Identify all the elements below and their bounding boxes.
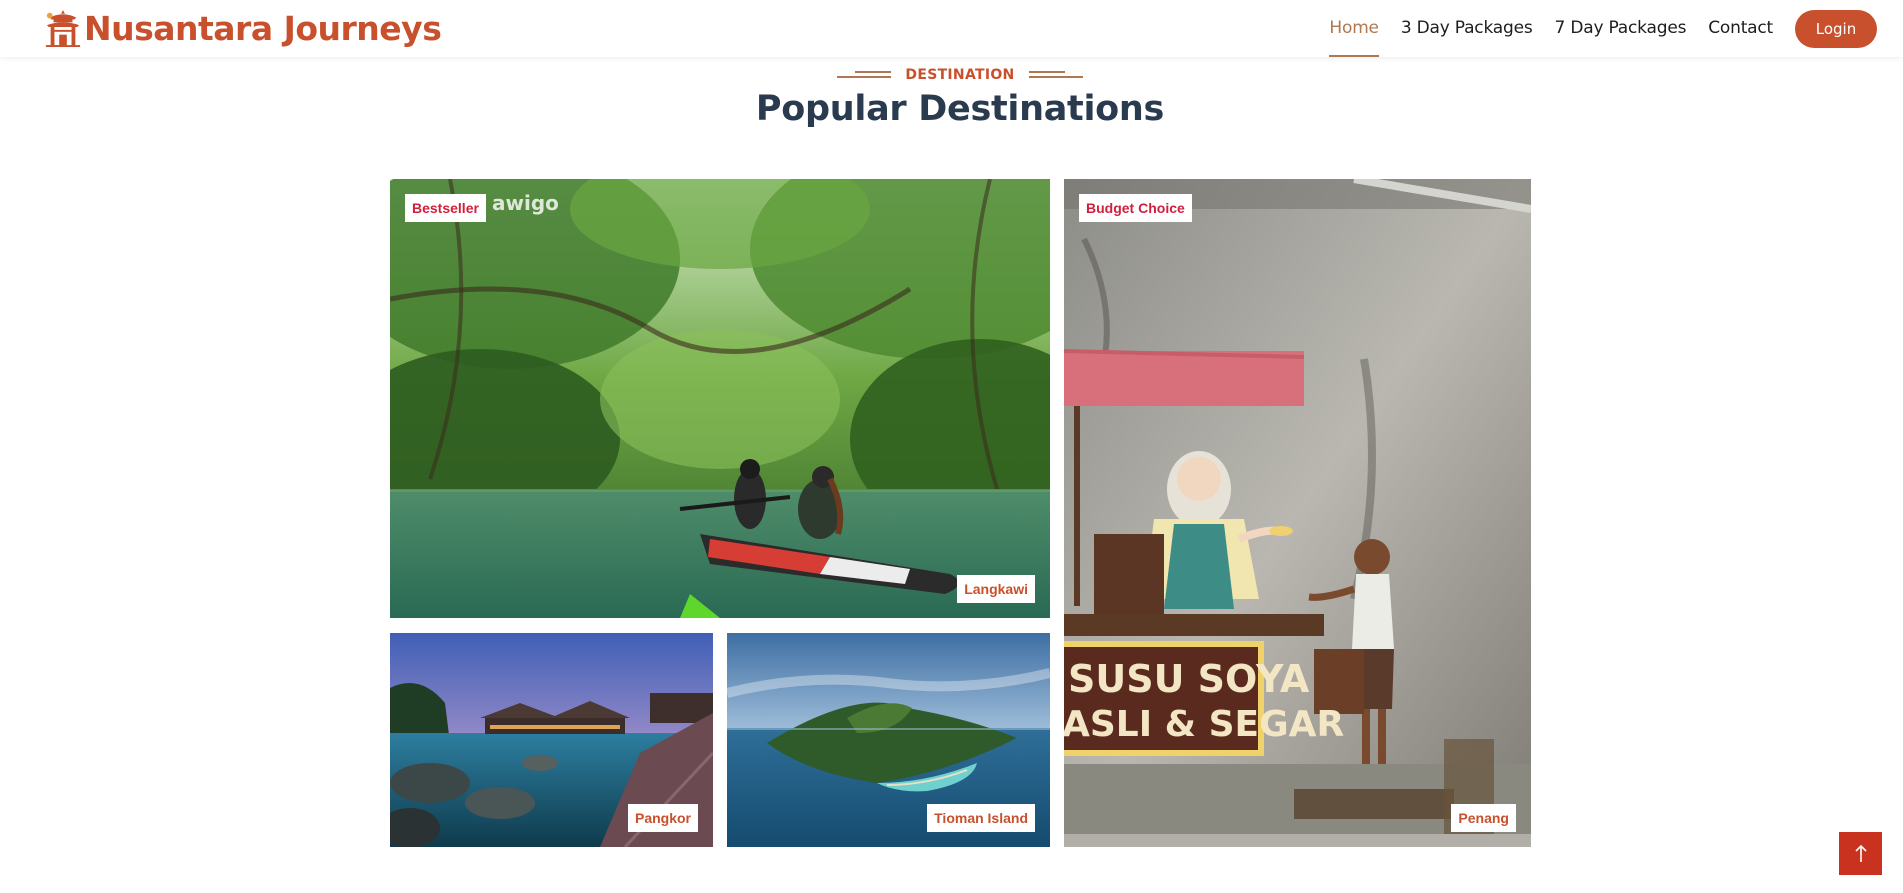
nav-link-contact[interactable]: Contact (1708, 0, 1773, 57)
mural-sign-line-2: ASLI & SEGAR (1064, 704, 1344, 745)
top-navbar: Nusantara Journeys Home 3 Day Packages 7… (0, 0, 1903, 57)
destination-card-tioman-island[interactable]: Tioman Island (727, 633, 1050, 847)
brand-name: Nusantara Journeys (84, 8, 442, 48)
nav-link-home[interactable]: Home (1329, 0, 1380, 57)
eyebrow-decoration-left (837, 71, 892, 79)
badge-budget-choice: Budget Choice (1079, 194, 1192, 222)
destination-label-tioman-island: Tioman Island (927, 804, 1035, 832)
mural-sign-line-1: SUSU SOYA (1068, 657, 1310, 701)
nav-link-7-day-packages[interactable]: 7 Day Packages (1555, 0, 1687, 57)
destination-card-penang[interactable]: SUSU SOYA ASLI & SEGAR Budget Choice Pen… (1064, 179, 1531, 847)
pagoda-gate-icon (45, 9, 81, 47)
destination-card-langkawi[interactable]: awigo Bestseller Langkawi (390, 179, 1050, 618)
penang-street-mural-photo: SUSU SOYA ASLI & SEGAR (1064, 179, 1531, 847)
nav-link-3-day-packages[interactable]: 3 Day Packages (1401, 0, 1533, 57)
destination-card-pangkor[interactable]: Pangkor (390, 633, 713, 847)
langkawi-mangrove-kayak-photo (390, 179, 1050, 618)
eyebrow-label: DESTINATION (905, 67, 1015, 83)
brand-logo-link[interactable]: Nusantara Journeys (44, 6, 442, 50)
login-button[interactable]: Login (1795, 9, 1877, 48)
badge-bestseller: Bestseller (405, 194, 486, 222)
section-title: Popular Destinations (755, 89, 1165, 129)
main-nav: Home 3 Day Packages 7 Day Packages Conta… (1329, 0, 1903, 57)
destination-label-langkawi: Langkawi (957, 575, 1035, 603)
destination-label-pangkor: Pangkor (627, 804, 698, 832)
photo-watermark: awigo (492, 191, 559, 215)
section-eyebrow: DESTINATION (0, 66, 1903, 86)
eyebrow-decoration-right (1028, 71, 1083, 79)
destination-label-penang: Penang (1451, 804, 1516, 832)
arrow-up-icon (1854, 844, 1867, 862)
back-to-top-button[interactable] (1839, 832, 1882, 875)
